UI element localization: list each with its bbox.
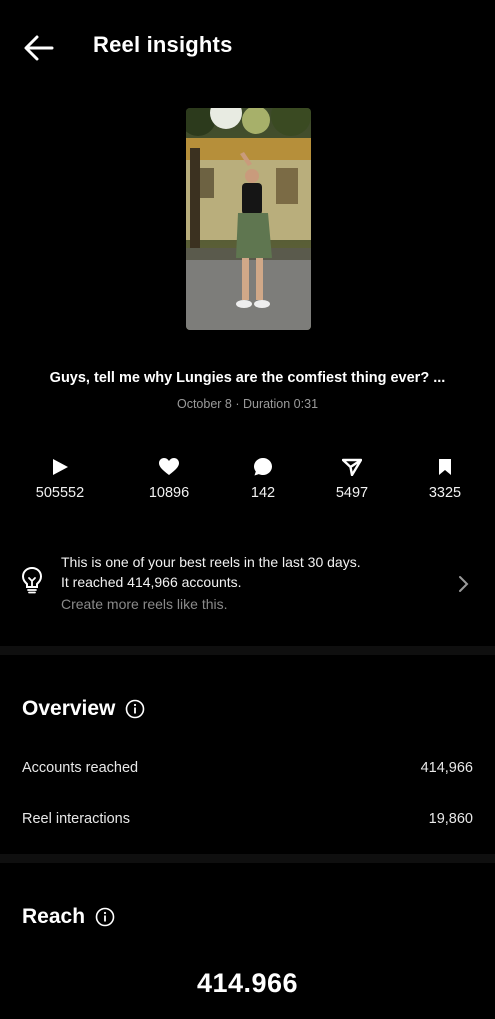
row-value: 414,966 [420,760,473,776]
heart-icon [159,458,179,475]
reel-thumbnail-image [186,108,311,330]
arrow-left-icon [24,35,54,61]
reel-meta: October 8 · Duration 0:31 [176,397,319,411]
section-divider [0,646,495,655]
row-label: Accounts reached [22,760,139,776]
best-reel-tip[interactable]: This is one of your best reels in the la… [0,548,495,623]
info-icon[interactable] [125,699,145,719]
section-divider [0,854,495,863]
reach-total: 414.966 [196,968,299,998]
stats-row: 505552 10896 142 5497 3325 [0,455,495,511]
overview-row-accounts-reached[interactable]: Accounts reached 414,966 [22,760,473,784]
reach-title: Reach [22,905,86,928]
tip-line-1: This is one of your best reels in the la… [61,554,361,570]
bookmark-icon [439,459,451,475]
row-label: Reel interactions [22,811,130,827]
reel-caption: Guys, tell me why Lungies are the comfie… [49,370,446,386]
chevron-right-icon [459,576,469,592]
reach-heading: Reach [22,905,115,929]
stat-value: 142 [250,485,276,501]
tip-link[interactable]: Create more reels like this. [61,596,228,612]
lightbulb-icon [21,566,43,594]
share-icon [342,458,362,476]
stat-value: 3325 [428,485,462,501]
overview-row-reel-interactions[interactable]: Reel interactions 19,860 [22,811,473,835]
play-icon [53,459,68,475]
row-value: 19,860 [428,811,473,827]
stat-value: 505552 [35,485,85,501]
tip-line-2: It reached 414,966 accounts. [61,574,242,590]
stat-comments: 142 [218,455,308,501]
comment-icon [254,458,272,476]
stat-shares: 5497 [307,455,397,501]
reel-thumbnail[interactable] [186,108,311,330]
overview-heading: Overview [22,697,145,721]
page-title: Reel insights [93,32,233,57]
stat-likes: 10896 [124,455,214,501]
stat-saves: 3325 [400,455,490,501]
back-button[interactable] [22,34,56,62]
stat-plays: 505552 [15,455,105,501]
top-bar: Reel insights [0,0,495,95]
stat-value: 10896 [148,485,190,501]
stat-value: 5497 [335,485,369,501]
info-icon[interactable] [95,907,115,927]
overview-title: Overview [22,697,116,720]
